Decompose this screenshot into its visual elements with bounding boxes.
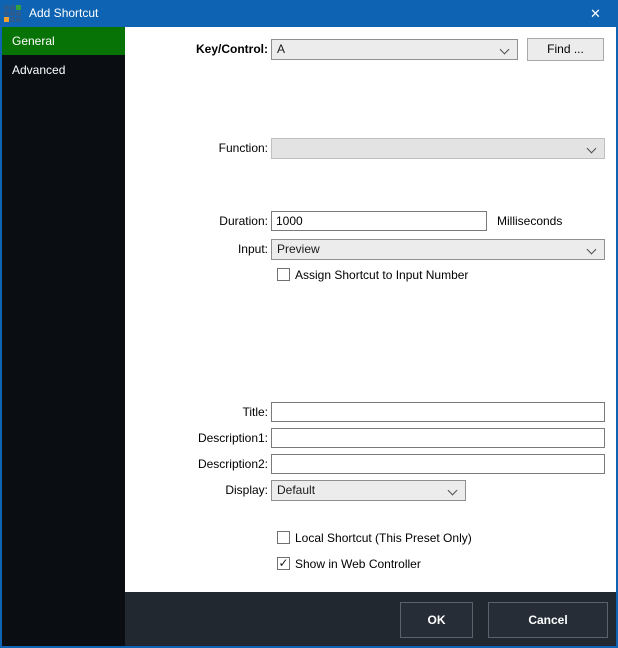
key-control-value: A — [277, 42, 285, 56]
sidebar: General Advanced — [2, 27, 125, 646]
input-value: Preview — [277, 242, 320, 256]
app-grid-icon — [4, 5, 21, 22]
chevron-down-icon — [587, 144, 597, 154]
display-select[interactable]: Default — [271, 480, 466, 501]
chevron-down-icon — [500, 45, 510, 55]
add-shortcut-dialog: Add Shortcut ✕ General Advanced Key/Cont… — [0, 0, 618, 648]
description1-input[interactable] — [271, 428, 605, 448]
title-input[interactable] — [271, 402, 605, 422]
footer-bar: OK Cancel — [125, 592, 616, 646]
title-bar: Add Shortcut ✕ — [0, 0, 618, 27]
function-label: Function: — [125, 138, 268, 159]
duration-label: Duration: — [125, 211, 268, 231]
web-controller-checkbox[interactable]: ✓ — [277, 557, 290, 570]
key-control-select[interactable]: A — [271, 39, 518, 60]
milliseconds-label: Milliseconds — [497, 211, 562, 231]
cancel-button[interactable]: Cancel — [488, 602, 608, 638]
input-select[interactable]: Preview — [271, 239, 605, 260]
assign-shortcut-label: Assign Shortcut to Input Number — [295, 268, 468, 282]
chevron-down-icon — [587, 245, 597, 255]
key-control-label: Key/Control: — [125, 39, 268, 60]
input-label: Input: — [125, 239, 268, 260]
sidebar-item-advanced[interactable]: Advanced — [2, 56, 125, 84]
find-button[interactable]: Find ... — [527, 38, 604, 61]
description2-input[interactable] — [271, 454, 605, 474]
local-shortcut-checkbox-row: Local Shortcut (This Preset Only) — [277, 531, 577, 545]
close-icon: ✕ — [590, 6, 601, 21]
ok-button[interactable]: OK — [400, 602, 473, 638]
assign-shortcut-checkbox[interactable] — [277, 268, 290, 281]
close-button[interactable]: ✕ — [573, 0, 618, 27]
window-title: Add Shortcut — [29, 0, 98, 27]
duration-input[interactable] — [271, 211, 487, 231]
web-controller-label: Show in Web Controller — [295, 557, 421, 571]
assign-shortcut-checkbox-row: Assign Shortcut to Input Number — [277, 268, 577, 282]
display-value: Default — [277, 483, 315, 497]
title-label: Title: — [125, 402, 268, 422]
sidebar-item-general[interactable]: General — [2, 27, 125, 55]
local-shortcut-label: Local Shortcut (This Preset Only) — [295, 531, 472, 545]
description2-label: Description2: — [125, 454, 268, 474]
description1-label: Description1: — [125, 428, 268, 448]
function-select[interactable] — [271, 138, 605, 159]
web-controller-checkbox-row: ✓ Show in Web Controller — [277, 557, 577, 571]
display-label: Display: — [125, 480, 268, 501]
general-panel: Key/Control: A Find ... Function: Durati… — [125, 27, 616, 592]
chevron-down-icon — [448, 486, 458, 496]
local-shortcut-checkbox[interactable] — [277, 531, 290, 544]
